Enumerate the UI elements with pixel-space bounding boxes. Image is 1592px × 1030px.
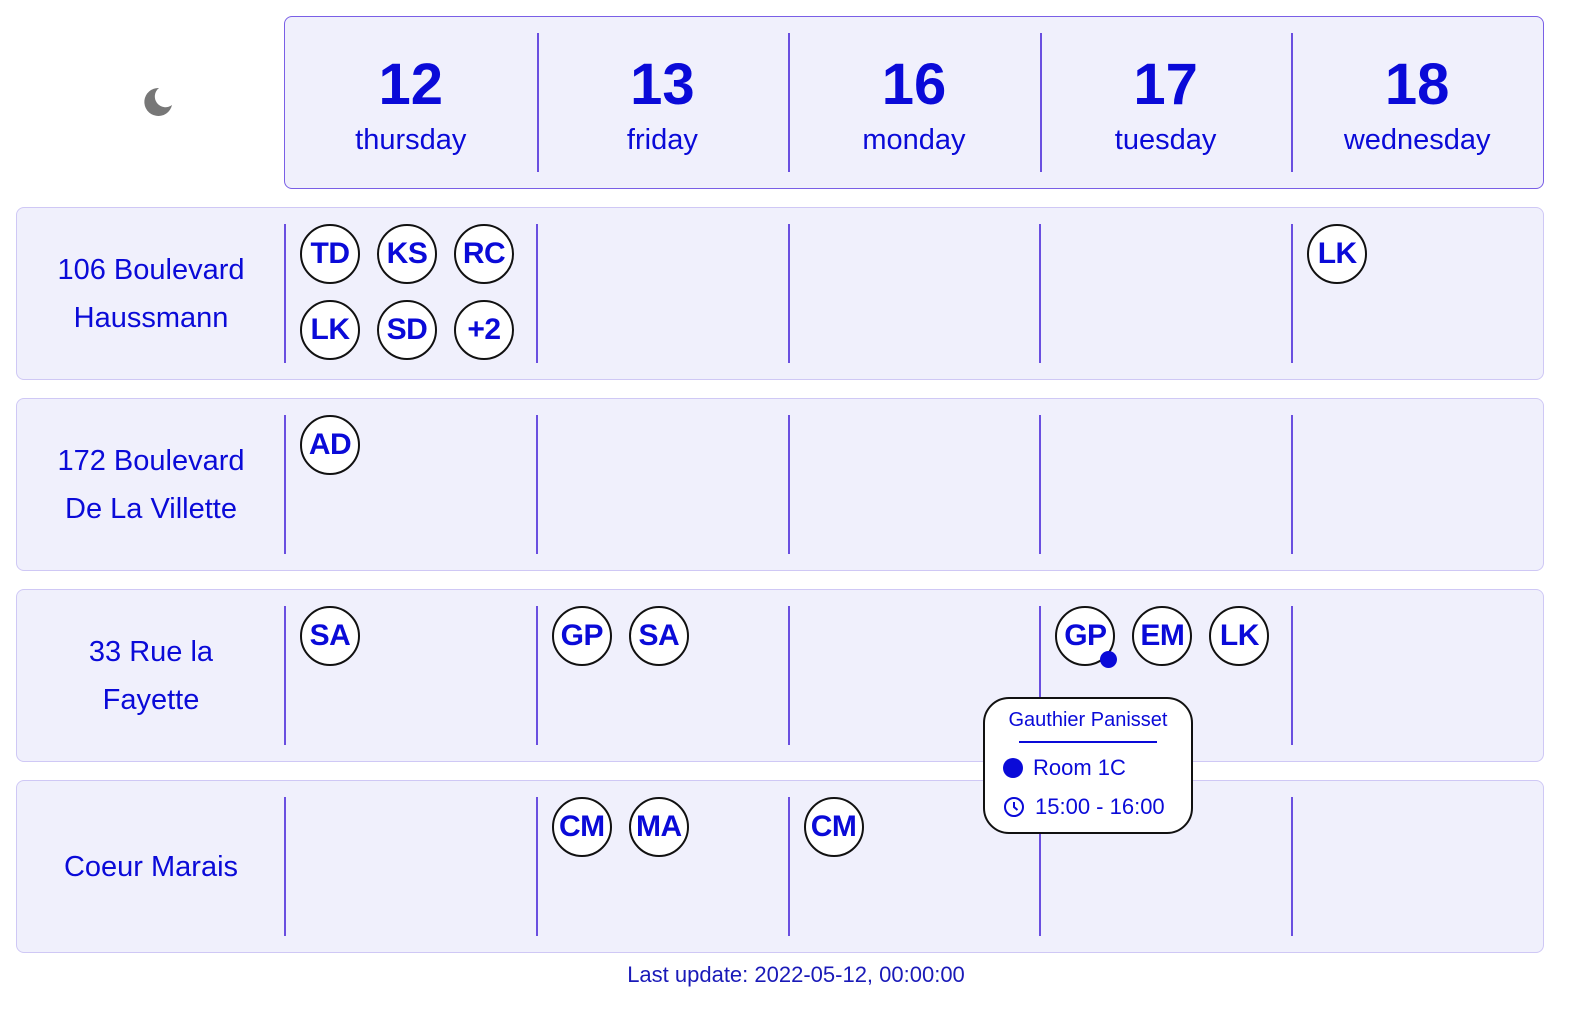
location-name-line: 33 Rue la <box>88 635 214 668</box>
day-name: monday <box>862 124 966 156</box>
day-column-header[interactable]: 18 wednesday <box>1291 17 1543 188</box>
avatar-initials: KS <box>386 237 428 270</box>
day-cells: TD KS RC LK SD +2 LK <box>284 224 1543 363</box>
person-avatar[interactable]: TD <box>300 224 360 284</box>
location-name-line: Fayette <box>102 683 200 716</box>
date-header: 12 thursday 13 friday 16 monday 17 tuesday 1… <box>284 16 1544 189</box>
day-cell[interactable] <box>1291 797 1543 936</box>
day-cell[interactable]: SA <box>284 606 536 745</box>
day-cell[interactable]: GP SA <box>535 606 788 745</box>
day-number: 18 <box>1384 52 1450 117</box>
location-name-line: De La Villette <box>65 492 237 525</box>
day-number: 16 <box>881 52 947 117</box>
day-number: 13 <box>630 52 695 117</box>
person-avatar[interactable]: LK <box>1209 606 1270 666</box>
day-cell[interactable] <box>535 224 788 363</box>
person-avatar[interactable]: SA <box>300 606 360 666</box>
more-people-badge[interactable]: +2 <box>454 300 514 360</box>
booking-tooltip: Gauthier Panisset Room 1C 15:00 - 16:00 <box>983 697 1193 834</box>
dot-icon <box>1003 758 1023 778</box>
avatar-initials: LK <box>1317 237 1358 270</box>
person-avatar[interactable]: RC <box>454 224 514 284</box>
day-number: 17 <box>1133 52 1198 117</box>
tooltip-divider <box>1019 741 1157 743</box>
day-name: wednesday <box>1343 124 1491 156</box>
avatar-initials: +2 <box>467 313 501 346</box>
day-cells: CM MA CM <box>284 797 1543 936</box>
day-column-header[interactable]: 13 friday <box>536 17 789 188</box>
location-name-line: 172 Boulevard <box>57 444 245 477</box>
avatar-initials: CM <box>810 810 857 843</box>
location-name-line: Coeur Marais <box>63 850 239 883</box>
day-cell[interactable]: TD KS RC LK SD +2 <box>284 224 536 363</box>
location-name: 106 Boulevard Haussmann <box>17 208 285 379</box>
avatar-initials: AD <box>308 428 352 461</box>
tooltip-room: Room 1C <box>1003 755 1126 781</box>
location-row: 33 Rue la Fayette SA GP SA GP EM LK <box>16 589 1544 762</box>
person-avatar[interactable]: LK <box>300 300 360 360</box>
last-update-text: Last update: 2022-05-12, 00:00:00 <box>627 962 965 987</box>
day-name: tuesday <box>1114 124 1217 156</box>
day-cells: AD <box>284 415 1543 554</box>
day-column-header[interactable]: 12 thursday <box>285 17 537 188</box>
avatar-initials: GP <box>1064 619 1107 652</box>
person-avatar[interactable]: LK <box>1307 224 1368 284</box>
person-avatar[interactable]: GP <box>1055 606 1118 668</box>
tooltip-room-label: Room 1C <box>1033 755 1126 780</box>
location-row: 172 Boulevard De La Villette AD <box>16 398 1544 571</box>
day-cell[interactable] <box>1039 224 1291 363</box>
day-cell[interactable] <box>1291 415 1543 554</box>
avatar-initials: RC <box>462 237 506 270</box>
avatar-initials: LK <box>1219 619 1260 652</box>
day-cell[interactable] <box>787 415 1040 554</box>
person-avatar[interactable]: GP <box>551 606 612 666</box>
day-column-header[interactable]: 16 monday <box>788 17 1040 188</box>
active-indicator-icon <box>1100 651 1118 668</box>
avatar-initials: GP <box>560 619 604 652</box>
person-avatar[interactable]: SA <box>628 606 689 666</box>
tooltip-person-name: Gauthier Panisset <box>1008 709 1168 731</box>
day-cell[interactable] <box>1291 606 1543 745</box>
clock-icon <box>1004 797 1024 817</box>
avatar-initials: CM <box>558 810 605 843</box>
moon-icon <box>144 87 172 116</box>
day-cell[interactable]: CM MA <box>535 797 788 936</box>
tooltip-time: 15:00 - 16:00 <box>1003 794 1165 820</box>
person-avatar[interactable]: SD <box>377 300 437 360</box>
day-cell[interactable] <box>1039 415 1291 554</box>
person-avatar[interactable]: CM <box>803 797 864 857</box>
location-name: 33 Rue la Fayette <box>17 590 285 761</box>
person-avatar[interactable]: AD <box>300 415 360 475</box>
day-column-header[interactable]: 17 tuesday <box>1039 17 1292 188</box>
location-name: 172 Boulevard De La Villette <box>17 399 285 570</box>
theme-toggle-button[interactable] <box>140 84 176 120</box>
day-cell[interactable]: LK <box>1291 224 1543 363</box>
day-cell[interactable] <box>284 797 536 936</box>
avatar-initials: SD <box>386 313 428 346</box>
avatar-initials: MA <box>635 810 682 843</box>
day-cells: SA GP SA GP EM LK <box>284 606 1543 745</box>
avatar-initials: TD <box>310 237 351 270</box>
person-avatar[interactable]: KS <box>377 224 437 284</box>
day-cell[interactable] <box>535 415 788 554</box>
day-cell[interactable] <box>787 224 1040 363</box>
day-cell[interactable]: AD <box>284 415 536 554</box>
tooltip-time-label: 15:00 - 16:00 <box>1035 794 1165 819</box>
location-name-line: Haussmann <box>73 301 229 334</box>
avatar-initials: EM <box>1140 619 1185 652</box>
location-name: Coeur Marais <box>17 781 285 952</box>
avatar-initials: LK <box>310 313 351 346</box>
person-avatar[interactable]: CM <box>551 797 612 857</box>
location-row: 106 Boulevard Haussmann TD KS RC LK SD +2 LK <box>16 207 1544 380</box>
day-name: thursday <box>355 124 467 156</box>
location-name-line: 106 Boulevard <box>57 253 245 286</box>
avatar-initials: SA <box>309 619 351 652</box>
day-number: 12 <box>378 52 444 117</box>
person-avatar[interactable]: MA <box>628 797 689 857</box>
day-name: friday <box>626 124 698 156</box>
avatar-initials: SA <box>638 619 680 652</box>
location-row: Coeur Marais CM MA CM <box>16 780 1544 953</box>
person-avatar[interactable]: EM <box>1132 606 1193 666</box>
